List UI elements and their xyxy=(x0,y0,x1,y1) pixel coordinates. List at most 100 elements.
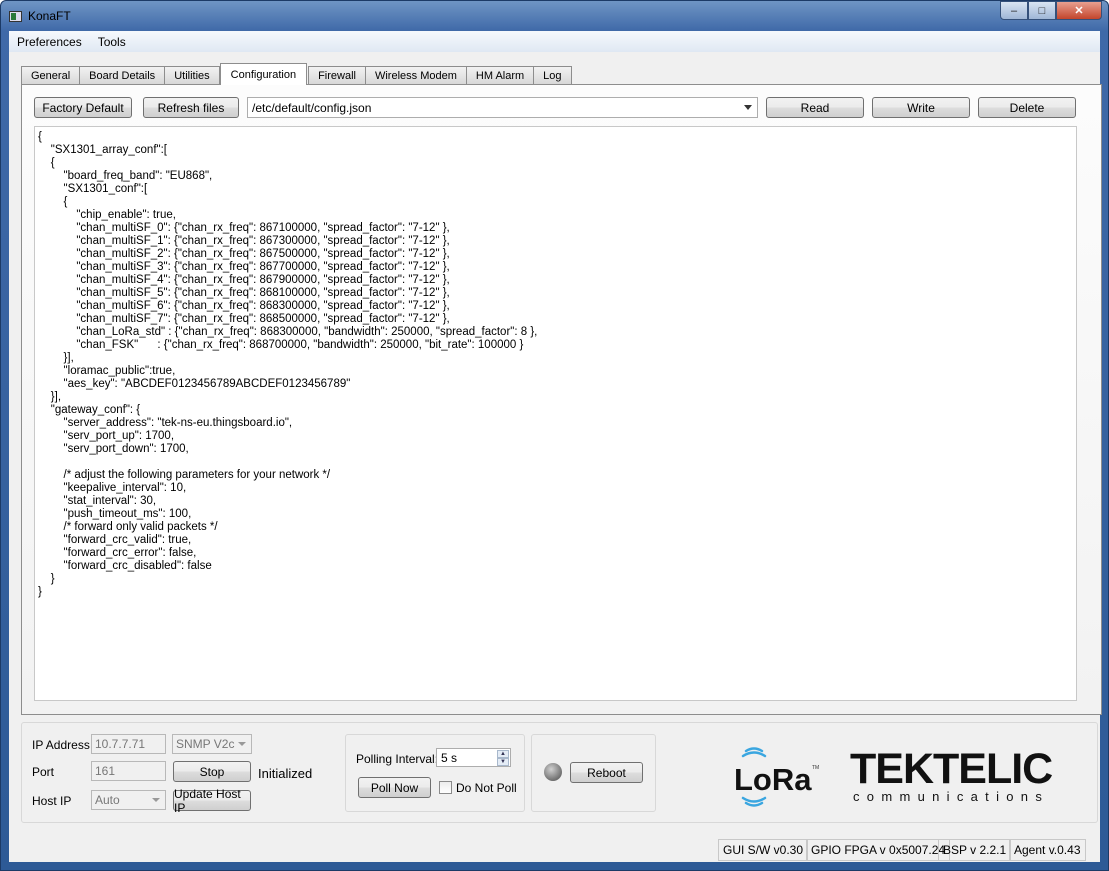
editor-line: "gateway_conf": { xyxy=(38,404,141,416)
editor-line: "forward_crc_error": false, xyxy=(38,547,197,559)
editor-line: } xyxy=(38,573,55,585)
chevron-down-icon xyxy=(744,105,752,110)
file-path-select[interactable]: /etc/default/config.json xyxy=(247,97,758,118)
title-bar: KonaFT xyxy=(9,7,71,25)
stop-button[interactable]: Stop xyxy=(173,761,251,782)
protocol-value: SNMP V2c xyxy=(176,737,235,751)
menu-bar: Preferences Tools xyxy=(9,31,1100,52)
configuration-panel: Factory Default Refresh files /etc/defau… xyxy=(21,84,1102,715)
editor-line: "stat_interval": 30, xyxy=(38,495,157,507)
polling-group: Polling Interval: 5 s ▲ ▼ Poll Now Do No… xyxy=(345,734,525,812)
window-title: KonaFT xyxy=(28,9,71,23)
polling-interval-label: Polling Interval: xyxy=(356,752,439,766)
editor-line: { xyxy=(38,157,55,169)
editor-line: "serv_port_down": 1700, xyxy=(38,443,189,455)
editor-line: "serv_port_up": 1700, xyxy=(38,430,175,442)
do-not-poll-label: Do Not Poll xyxy=(456,781,517,795)
editor-line: "chip_enable": true, xyxy=(38,209,176,221)
read-button[interactable]: Read xyxy=(766,97,864,118)
protocol-select[interactable]: SNMP V2c xyxy=(172,734,252,754)
chevron-down-icon xyxy=(152,798,160,802)
status-fpga-version: GPIO FPGA v 0x5007.24 xyxy=(806,839,951,861)
editor-line: "board_freq_band": "EU868", xyxy=(38,170,213,182)
editor-line: } xyxy=(38,586,42,598)
status-led-icon xyxy=(544,763,562,781)
factory-default-button[interactable]: Factory Default xyxy=(34,97,132,118)
editor-line: "chan_FSK" : {"chan_rx_freq": 868700000,… xyxy=(38,339,524,351)
connection-status: Initialized xyxy=(258,766,313,781)
editor-line: "chan_multiSF_1": {"chan_rx_freq": 86730… xyxy=(38,235,450,247)
editor-line: "SX1301_array_conf":[ xyxy=(38,144,167,156)
host-ip-select[interactable]: Auto xyxy=(91,790,166,810)
host-ip-label: Host IP xyxy=(32,794,72,808)
editor-line: "keepalive_interval": 10, xyxy=(38,482,187,494)
tab-general[interactable]: General xyxy=(21,66,81,85)
tab-log[interactable]: Log xyxy=(533,66,572,85)
editor-line: { xyxy=(38,131,42,143)
chevron-down-icon xyxy=(238,742,246,746)
editor-line: "SX1301_conf":[ xyxy=(38,183,148,195)
editor-line: "chan_LoRa_std" : {"chan_rx_freq": 86830… xyxy=(38,326,538,338)
tab-bar: General Board Details Utilities Configur… xyxy=(21,63,572,85)
editor-line: "forward_crc_valid": true, xyxy=(38,534,192,546)
menu-preferences[interactable]: Preferences xyxy=(17,35,82,49)
editor-line: "forward_crc_disabled": false xyxy=(38,560,212,572)
editor-line: "chan_multiSF_6": {"chan_rx_freq": 86830… xyxy=(38,300,450,312)
editor-line: "aes_key": "ABCDEF0123456789ABCDEF012345… xyxy=(38,378,351,390)
reboot-button[interactable]: Reboot xyxy=(570,762,643,783)
status-agent-version: Agent v.0.43 xyxy=(1009,839,1086,861)
host-ip-value: Auto xyxy=(95,793,120,807)
close-button[interactable]: ✕ xyxy=(1056,1,1102,20)
status-bsp-version: BSP v 2.2.1 xyxy=(938,839,1012,861)
tab-utilities[interactable]: Utilities xyxy=(164,66,220,85)
tab-hm-alarm[interactable]: HM Alarm xyxy=(465,66,535,85)
spin-down-icon[interactable]: ▼ xyxy=(497,758,509,766)
minimize-button[interactable]: – xyxy=(1000,1,1028,20)
tab-configuration[interactable]: Configuration xyxy=(219,63,308,85)
editor-line: /* forward only valid packets */ xyxy=(38,521,218,533)
editor-line: "chan_multiSF_2": {"chan_rx_freq": 86750… xyxy=(38,248,450,260)
status-gui-version: GUI S/W v0.30 xyxy=(718,839,809,861)
polling-interval-spinner[interactable]: 5 s ▲ ▼ xyxy=(436,748,511,767)
ip-address-label: IP Address xyxy=(32,738,90,752)
tab-board-details[interactable]: Board Details xyxy=(79,66,166,85)
tab-wireless-modem[interactable]: Wireless Modem xyxy=(364,66,467,85)
control-area: IP Address 10.7.7.71 SNMP V2c Port 161 S… xyxy=(21,722,1098,823)
reboot-group: Reboot xyxy=(531,734,656,812)
svg-text:LoRa: LoRa xyxy=(734,762,812,797)
editor-line: "server_address": "tek-ns-eu.thingsboard… xyxy=(38,417,293,429)
menu-tools[interactable]: Tools xyxy=(98,35,126,49)
tektelic-logo: TEKTELIC communications xyxy=(850,745,1053,805)
file-path-value: /etc/default/config.json xyxy=(252,100,372,115)
editor-line: "loramac_public":true, xyxy=(38,365,176,377)
do-not-poll-checkbox[interactable] xyxy=(439,781,452,794)
editor-line: "push_timeout_ms": 100, xyxy=(38,508,192,520)
editor-line: /* adjust the following parameters for y… xyxy=(38,469,331,481)
poll-now-button[interactable]: Poll Now xyxy=(358,777,431,798)
editor-line: "chan_multiSF_4": {"chan_rx_freq": 86790… xyxy=(38,274,450,286)
svg-text:TM: TM xyxy=(812,765,819,771)
editor-line: "chan_multiSF_0": {"chan_rx_freq": 86710… xyxy=(38,222,450,234)
editor-line: "chan_multiSF_5": {"chan_rx_freq": 86810… xyxy=(38,287,450,299)
delete-button[interactable]: Delete xyxy=(978,97,1076,118)
app-window: KonaFT – □ ✕ Preferences Tools General B… xyxy=(0,0,1109,871)
lora-logo: LoRa TM xyxy=(730,743,820,813)
editor-line: }], xyxy=(38,352,74,364)
config-editor[interactable]: { "SX1301_array_conf":[ { "board_freq_ba… xyxy=(34,126,1077,701)
app-icon xyxy=(9,10,22,22)
tab-firewall[interactable]: Firewall xyxy=(308,66,366,85)
write-button[interactable]: Write xyxy=(872,97,970,118)
update-host-ip-button[interactable]: Update Host IP xyxy=(173,787,251,815)
port-label: Port xyxy=(32,765,55,779)
editor-line: }], xyxy=(38,391,62,403)
polling-interval-value: 5 s xyxy=(441,750,458,765)
spin-up-icon[interactable]: ▲ xyxy=(497,750,509,758)
ip-address-field[interactable]: 10.7.7.71 xyxy=(91,734,166,754)
maximize-button[interactable]: □ xyxy=(1028,1,1056,20)
port-field[interactable]: 161 xyxy=(91,761,166,781)
editor-line: "chan_multiSF_3": {"chan_rx_freq": 86770… xyxy=(38,261,450,273)
refresh-files-button[interactable]: Refresh files xyxy=(143,97,239,118)
editor-line: { xyxy=(38,196,68,208)
editor-line: "chan_multiSF_7": {"chan_rx_freq": 86850… xyxy=(38,313,450,325)
